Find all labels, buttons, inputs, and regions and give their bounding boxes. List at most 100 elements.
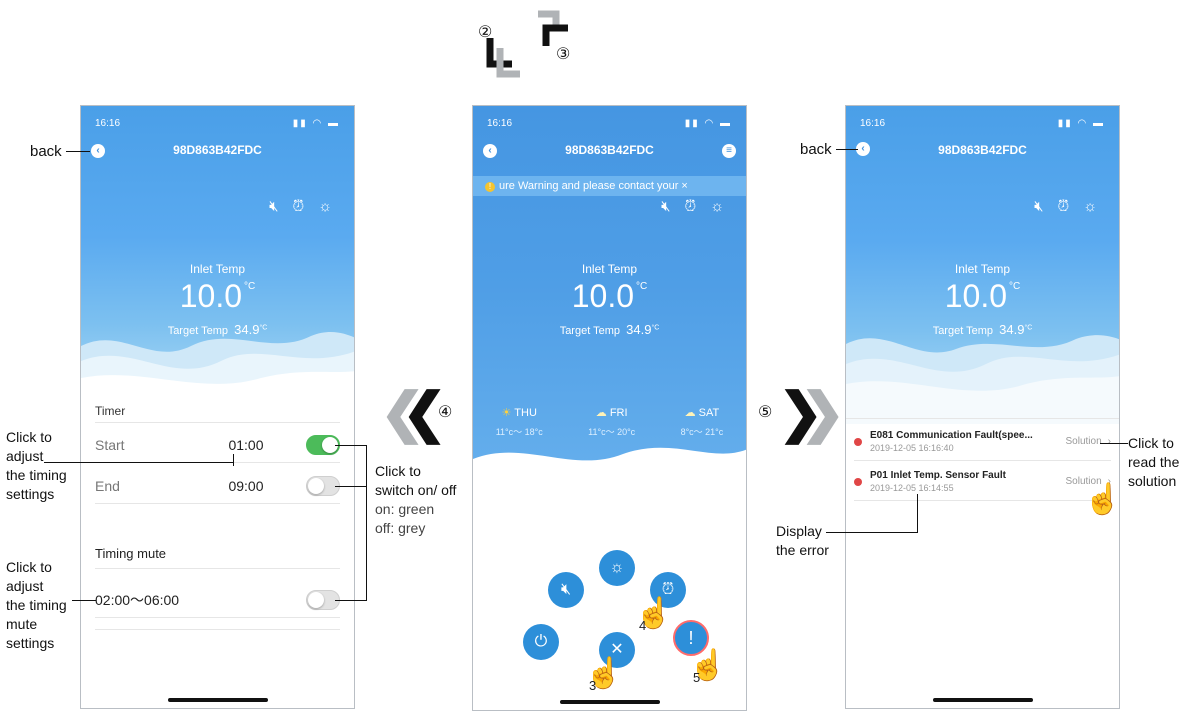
status-time: 16:16 (487, 118, 513, 129)
forecast-range: 8°c～ 21°c (680, 427, 724, 437)
mute-icon[interactable]: 🔇︎ (1034, 198, 1043, 215)
leader-line (66, 151, 90, 152)
forecast-day: ☀ THU 11°c～ 18°c (496, 406, 543, 438)
alarm-clock-icon[interactable]: ⏰︎ (685, 198, 697, 215)
start-time[interactable]: 01:00 (186, 437, 306, 453)
mute-icon[interactable]: 🔇︎ (269, 198, 278, 215)
step-5-label: ⑤ (758, 404, 773, 421)
inlet-temp-value: 10.0 °C (944, 278, 1021, 314)
status-bar: 16:16 ▮▮ ◠ ▬ (860, 118, 1105, 129)
status-icons: ▮▮ ◠ ▬ (684, 118, 732, 129)
forecast-day-name: THU (514, 407, 537, 419)
fault-text: E081 Communication Fault(spee... 2019-12… (870, 430, 1060, 453)
back-annotation: back (800, 141, 832, 158)
inlet-temp-value: 10.0 °C (571, 278, 648, 314)
mute-range[interactable]: 02:00～06:00 (95, 590, 306, 610)
forecast-day: ☁ SAT 8°c～ 21°c (681, 406, 724, 438)
fab-sun-button[interactable]: ☼ (599, 550, 635, 586)
start-label: Start (95, 436, 125, 453)
status-bar: 16:16 ▮▮ ◠ ▬ (487, 118, 732, 129)
fault-screen: 16:16 ▮▮ ◠ ▬ ‹ 98D863B42FDC 🔇︎ ⏰︎ ☼ Inle… (845, 105, 1120, 709)
home-screen: 16:16 ▮▮ ◠ ▬ ‹ 98D863B42FDC ≡ ! ure Warni… (472, 105, 747, 711)
divider (846, 418, 1119, 419)
leader-line (233, 454, 234, 466)
warning-icon: ! (485, 182, 495, 192)
back-annotation: back (30, 143, 62, 160)
divider (95, 422, 340, 423)
timing-mute-title: Timing mute (95, 546, 167, 561)
wave-decoration (846, 335, 1119, 424)
fab-power-button[interactable]: ⏻ (523, 624, 559, 660)
hand-step-number: 4 (639, 618, 647, 633)
leader-line (826, 532, 918, 533)
hand-step-number: 3 (589, 678, 597, 693)
end-label: End (95, 477, 120, 494)
warning-banner[interactable]: ! ure Warning and please contact your × (473, 176, 746, 196)
timer-start-row[interactable]: Start 01:00 (95, 427, 340, 463)
menu-icon[interactable]: ≡ (722, 144, 736, 158)
fault-time: 2019-12-05 16:14:55 (870, 483, 954, 493)
status-icons: ▮▮ ◠ ▬ (292, 118, 340, 129)
target-temp: Target Temp 34.9°C (167, 322, 268, 337)
adjust-timing-annotation: Click to adjust the timing settings (6, 429, 67, 502)
weather-forecast: ☀ THU 11°c～ 18°c ☁ FRI 11°c～ 20°c ☁ SAT … (473, 406, 746, 438)
hand-pointer-icon: ☝ 3 (585, 657, 623, 693)
sun-icon[interactable]: ☼ (710, 198, 724, 215)
mute-icon[interactable]: 🔇︎ (661, 198, 670, 215)
device-id-title: 98D863B42FDC (173, 143, 262, 157)
cloud-sun-icon: ☁ (684, 407, 696, 419)
end-time[interactable]: 09:00 (186, 478, 306, 494)
divider (95, 568, 340, 569)
target-temp: Target Temp 34.9°C (932, 322, 1033, 337)
inlet-temp-value: 10.0 °C (179, 278, 256, 314)
display-error-annotation: Display the error (776, 523, 829, 558)
device-icon-row: 🔇︎ ⏰︎ ☼ (661, 198, 724, 215)
fault-name: P01 Inlet Temp. Sensor Fault (870, 470, 1006, 481)
timing-mute-row[interactable]: 02:00～06:00 (95, 582, 340, 618)
home-indicator[interactable] (559, 700, 660, 704)
read-solution-annotation: Click to read the solution (1128, 435, 1180, 489)
toggle-knob (308, 591, 324, 608)
forecast-range: 11°c～ 18°c (495, 427, 543, 437)
chevron-right-icon: ❯ (800, 383, 846, 443)
home-indicator[interactable] (167, 698, 268, 702)
sun-icon[interactable]: ☼ (1083, 198, 1097, 215)
timer-screen: 16:16 ▮▮ ◠ ▬ ‹ 98D863B42FDC 🔇︎ ⏰︎ ☼ Inle… (80, 105, 355, 709)
solution-link[interactable]: Solution (1066, 436, 1102, 447)
alarm-clock-icon[interactable]: ⏰︎ (293, 198, 305, 215)
warning-text: ure Warning and please contact your × (499, 180, 688, 192)
leader-line (836, 149, 858, 150)
device-id-title: 98D863B42FDC (938, 143, 1027, 157)
forecast-day-name: SAT (698, 407, 720, 419)
sun-icon[interactable]: ☼ (318, 198, 332, 215)
leader-line (44, 462, 234, 463)
fab-mute-button[interactable]: 🔇︎ (548, 572, 584, 608)
sun-icon: ☀ (501, 407, 512, 419)
switch-annotation: Click to switch on/ off on: green off: g… (375, 463, 457, 536)
fault-time: 2019-12-05 16:16:40 (870, 443, 954, 453)
inlet-temp-label: Inlet Temp (189, 262, 246, 276)
leader-line (366, 445, 367, 601)
home-indicator[interactable] (932, 698, 1033, 702)
leader-line (917, 494, 918, 533)
cloud-sun-icon: ☁ (595, 407, 607, 419)
fault-name: E081 Communication Fault(spee... (870, 430, 1033, 441)
leader-line (1100, 443, 1128, 444)
timer-end-row[interactable]: End 09:00 (95, 468, 340, 504)
step-4-label: ④ (438, 404, 453, 421)
chevron-right-icon[interactable]: › (1108, 436, 1111, 447)
alarm-clock-icon[interactable]: ⏰︎ (1058, 198, 1070, 215)
toggle-knob (308, 477, 324, 494)
leader-line (335, 445, 367, 446)
fault-row[interactable]: E081 Communication Fault(spee... 2019-12… (854, 423, 1111, 461)
leader-line (72, 600, 96, 601)
forecast-range: 11°c～ 20°c (588, 427, 636, 437)
fault-row[interactable]: P01 Inlet Temp. Sensor Fault 2019-12-05 … (854, 463, 1111, 501)
fault-text: P01 Inlet Temp. Sensor Fault 2019-12-05 … (870, 470, 1060, 493)
wave-decoration (473, 447, 746, 494)
adjust-mute-annotation: Click to adjust the timing mute settings (6, 559, 67, 651)
down-arrow-icon (486, 38, 520, 78)
hand-pointer-icon: ☝ 5 (689, 649, 727, 685)
status-icons: ▮▮ ◠ ▬ (1057, 118, 1105, 129)
error-dot-icon (854, 477, 862, 486)
